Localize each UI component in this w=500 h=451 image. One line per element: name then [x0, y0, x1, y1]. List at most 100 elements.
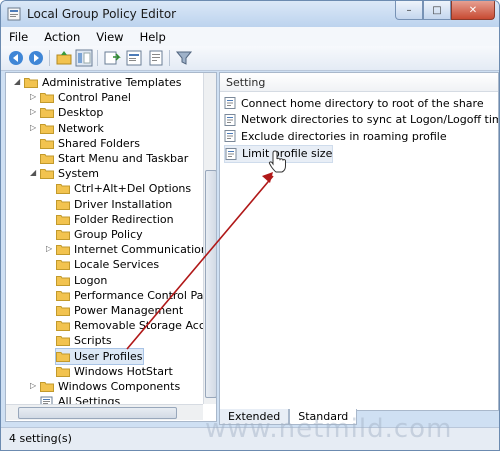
tree-item[interactable]: Ctrl+Alt+Del Options [56, 181, 191, 196]
forward-arrow-icon[interactable] [27, 49, 45, 67]
tree-vertical-scroll-thumb[interactable] [205, 170, 216, 398]
folder-icon [40, 93, 54, 104]
tree-item[interactable]: ▷ Windows Components [30, 379, 180, 394]
expand-arrow-icon[interactable]: ▷ [30, 382, 38, 390]
folder-icon [56, 321, 70, 332]
folder-icon [56, 275, 70, 286]
tree-item-label: Windows HotStart [74, 364, 173, 378]
tree-item[interactable]: Group Policy [56, 227, 143, 242]
expand-arrow-icon[interactable]: ▷ [30, 108, 38, 116]
filter-icon[interactable] [175, 49, 193, 67]
folder-icon [56, 214, 70, 225]
tree-item[interactable]: Shared Folders [40, 136, 140, 151]
export-list-icon[interactable] [103, 49, 121, 67]
tree-item[interactable]: Folder Redirection [56, 212, 174, 227]
policy-setting-icon [224, 113, 236, 126]
menu-view[interactable]: View [88, 30, 131, 44]
toolbar-separator [169, 50, 170, 66]
setting-row[interactable]: Limit profile size [224, 144, 334, 163]
folder-icon [24, 78, 38, 88]
tree-item-label: Locale Services [74, 258, 160, 272]
policy-setting-icon [225, 147, 237, 160]
tree-item[interactable]: Removable Storage Access [56, 318, 217, 333]
close-button[interactable]: ✕ [451, 1, 495, 20]
setting-label: Limit profile size [242, 147, 333, 160]
setting-label: Exclude directories in roaming profile [241, 129, 447, 143]
tree-horizontal-scrollbar[interactable] [6, 404, 203, 420]
folder-icon [40, 382, 54, 392]
tree-horizontal-scroll-thumb[interactable] [18, 407, 177, 419]
tree-item[interactable]: ◢ System [30, 166, 99, 181]
tree-item-label: Removable Storage Access [74, 319, 217, 333]
tree-item[interactable]: Windows HotStart [56, 364, 173, 379]
tree-item-label: Desktop [58, 106, 104, 120]
help-properties-icon[interactable] [125, 49, 143, 67]
minimize-button[interactable]: – [395, 1, 423, 20]
show-hide-tree-icon[interactable] [75, 49, 93, 67]
folder-icon [56, 351, 70, 362]
menu-file[interactable]: File [1, 30, 36, 44]
toolbar-separator [49, 50, 50, 66]
properties-icon[interactable] [147, 49, 165, 67]
tree-item[interactable]: Driver Installation [56, 197, 172, 212]
tree-item-label: Folder Redirection [74, 212, 174, 226]
app-window: Local Group Policy Editor – □ ✕ File Act… [0, 0, 500, 451]
folder-icon [56, 230, 70, 240]
setting-row[interactable]: Network directories to sync at Logon/Log… [224, 112, 498, 128]
policy-setting-icon [224, 97, 236, 109]
title-bar[interactable]: Local Group Policy Editor – □ ✕ [1, 1, 499, 27]
setting-label: Connect home directory to root of the sh… [241, 96, 484, 110]
collapse-arrow-icon[interactable]: ◢ [30, 169, 38, 177]
expand-arrow-icon[interactable]: ▷ [30, 93, 38, 101]
setting-label: Network directories to sync at Logon/Log… [241, 113, 498, 126]
maximize-button[interactable]: □ [423, 1, 451, 20]
tree-vertical-scrollbar[interactable] [203, 73, 216, 404]
tree-item-label: Driver Installation [74, 197, 173, 211]
tree-item-label: Internet Communication Mar [74, 243, 217, 257]
folder-icon [40, 169, 54, 180]
tree-item[interactable]: User Profiles [55, 347, 144, 365]
settings-pane: Setting Connect home directory to root o… [219, 72, 499, 411]
toolbar-separator [97, 50, 98, 66]
folder-icon [40, 108, 54, 119]
watermark: www.netmild.com [205, 414, 453, 444]
expand-arrow-icon[interactable]: ▷ [30, 123, 38, 132]
policy-tree[interactable]: ◢ Administrative Templates ▷ Control Panel ▷… [5, 72, 217, 422]
folder-icon [40, 138, 54, 149]
expand-arrow-icon[interactable]: ▷ [46, 245, 54, 253]
menu-help[interactable]: Help [132, 30, 174, 44]
tree-item[interactable]: ▷ Desktop [30, 105, 104, 120]
status-text: 4 setting(s) [9, 432, 72, 445]
folder-icon [40, 123, 54, 134]
tree-item-label: Power Management [74, 304, 184, 317]
setting-column-label: Setting [226, 76, 266, 89]
setting-row[interactable]: Exclude directories in roaming profile [224, 128, 447, 144]
folder-icon [56, 184, 70, 195]
tree-item-label: Performance Control Panel [74, 288, 217, 302]
up-folder-icon[interactable] [55, 49, 73, 67]
folder-icon [56, 260, 70, 271]
tree-item[interactable]: Performance Control Panel [56, 288, 217, 303]
tree-item-label: Scripts [74, 334, 112, 348]
tree-item-label: Shared Folders [58, 136, 140, 150]
tree-item[interactable]: Scripts [56, 333, 112, 348]
tree-item[interactable]: Start Menu and Taskbar [40, 151, 188, 166]
tree-item[interactable]: ▷ Network [30, 121, 104, 136]
tree-item-label: Group Policy [74, 228, 143, 241]
folder-icon [56, 366, 70, 377]
policy-setting-icon [224, 130, 236, 142]
tree-item[interactable]: Logon [56, 273, 107, 288]
menu-action[interactable]: Action [36, 30, 88, 44]
tree-item[interactable]: ◢ Administrative Templates [14, 75, 182, 90]
collapse-arrow-icon[interactable]: ◢ [14, 78, 22, 86]
tree-item[interactable]: ▷ Internet Communication Mar [46, 242, 217, 257]
toolbar [1, 46, 499, 71]
back-arrow-icon[interactable] [7, 49, 25, 67]
folder-icon [56, 336, 70, 347]
setting-column-header[interactable]: Setting [220, 73, 498, 92]
tree-item[interactable]: Power Management [56, 303, 183, 318]
tree-item[interactable]: ▷ Control Panel [30, 90, 131, 105]
folder-icon [56, 306, 70, 316]
tree-item[interactable]: Locale Services [56, 257, 159, 272]
setting-row[interactable]: Connect home directory to root of the sh… [224, 95, 484, 111]
